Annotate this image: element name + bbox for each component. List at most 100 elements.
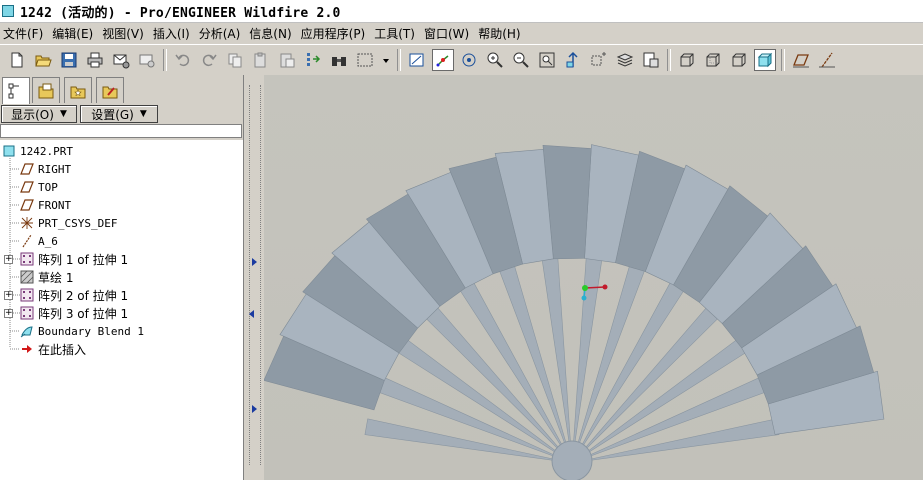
- copy-button[interactable]: [224, 49, 246, 71]
- tree-item-sketch[interactable]: 草绘 1: [20, 268, 73, 286]
- menu-info[interactable]: 信息(N): [246, 25, 297, 42]
- shading-button[interactable]: [754, 49, 776, 71]
- open-folder-icon: [35, 55, 52, 67]
- menu-edit[interactable]: 编辑(E): [49, 25, 99, 42]
- datum-display-button[interactable]: [406, 49, 428, 71]
- title-bar: 1242 (活动的) - Pro/ENGINEER Wildfire 2.0: [0, 0, 923, 23]
- settings-dropdown[interactable]: 设置(G) ▼: [80, 105, 158, 123]
- expand-toggle[interactable]: +: [4, 309, 13, 318]
- boundary-blend-icon: [20, 324, 34, 338]
- paste-button[interactable]: [250, 49, 272, 71]
- paste-special-button[interactable]: [276, 49, 298, 71]
- send-link-button[interactable]: [136, 49, 158, 71]
- panel-splitter[interactable]: [243, 75, 264, 480]
- insert-here-arrow-icon: [20, 342, 34, 356]
- tree-item-boundary-blend[interactable]: Boundary Blend 1: [20, 322, 144, 340]
- tree-item-label: 1242.PRT: [20, 144, 73, 158]
- tab-model-tree[interactable]: [2, 77, 30, 104]
- view-manager-button[interactable]: [640, 49, 662, 71]
- tab-favorites[interactable]: [64, 77, 92, 103]
- tab-folder-browser[interactable]: [32, 77, 60, 103]
- tree-root-item[interactable]: 1242.PRT: [2, 142, 73, 160]
- toolbar-separator: [397, 49, 401, 71]
- no-hidden-button[interactable]: [728, 49, 750, 71]
- tree-filter-field[interactable]: [0, 124, 242, 138]
- tree-item-pattern-2[interactable]: 阵列 2 of 拉伸 1: [20, 286, 128, 304]
- tree-item-label: Boundary Blend 1: [38, 324, 144, 338]
- selection-box-icon: [357, 53, 373, 67]
- selection-dropdown-button[interactable]: [380, 49, 392, 71]
- chevron-down-icon: ▼: [59, 109, 67, 119]
- tree-item-insert-here[interactable]: 在此插入: [20, 340, 86, 358]
- menu-analysis[interactable]: 分析(A): [196, 25, 247, 42]
- collapse-left-icon[interactable]: [249, 310, 254, 318]
- display-dropdown-label: 显示(O): [11, 107, 54, 122]
- send-mail-button[interactable]: [110, 49, 132, 71]
- layers-icon: [616, 53, 634, 67]
- binoculars-icon: [332, 57, 346, 66]
- tree-item-top[interactable]: TOP: [20, 178, 58, 196]
- datum-axes-on-button[interactable]: [816, 49, 838, 71]
- zoom-out-button[interactable]: [510, 49, 532, 71]
- copy-icon: [228, 53, 242, 68]
- layers-button[interactable]: [614, 49, 636, 71]
- undo-button[interactable]: [172, 49, 194, 71]
- open-file-button[interactable]: [32, 49, 54, 71]
- tree-item-pattern-3[interactable]: 阵列 3 of 拉伸 1: [20, 304, 128, 322]
- window-title: 1242 (活动的) - Pro/ENGINEER Wildfire 2.0: [20, 5, 341, 21]
- expand-toggle[interactable]: +: [4, 255, 13, 264]
- display-dropdown[interactable]: 显示(O) ▼: [1, 105, 77, 123]
- menu-file[interactable]: 文件(F): [0, 25, 49, 42]
- expand-toggle[interactable]: +: [4, 291, 13, 300]
- tree-item-axis[interactable]: A_6: [20, 232, 58, 250]
- print-button[interactable]: [84, 49, 106, 71]
- saved-views-icon: [591, 52, 606, 66]
- datum-plane-icon: [20, 198, 34, 212]
- menu-help[interactable]: 帮助(H): [475, 25, 526, 42]
- sketch-icon: [20, 270, 34, 284]
- redo-button[interactable]: [198, 49, 220, 71]
- part-icon: [2, 144, 16, 158]
- menu-view[interactable]: 视图(V): [99, 25, 150, 42]
- tree-item-pattern-1[interactable]: 阵列 1 of 拉伸 1: [20, 250, 128, 268]
- tree-item-front[interactable]: FRONT: [20, 196, 71, 214]
- regenerate-button[interactable]: [302, 49, 324, 71]
- refit-button[interactable]: [536, 49, 558, 71]
- chevron-down-icon: ▼: [139, 109, 147, 119]
- zoom-out-icon: [513, 52, 529, 68]
- tree-item-right[interactable]: RIGHT: [20, 160, 71, 178]
- model-tree: 1242.PRT RIGHT TOP FRONT PRT_CSYS_DEF A_…: [0, 140, 243, 480]
- menu-insert[interactable]: 插入(I): [150, 25, 196, 42]
- expand-right-icon[interactable]: [252, 258, 257, 266]
- printer-icon: [87, 52, 103, 68]
- zoom-in-button[interactable]: [484, 49, 506, 71]
- navigator-tabs: [0, 75, 245, 104]
- redo-arrow-icon: [202, 54, 217, 67]
- spin-center-button[interactable]: [432, 49, 454, 71]
- datum-plane-icon: [20, 180, 34, 194]
- selection-box-button[interactable]: [354, 49, 376, 71]
- menu-window[interactable]: 窗口(W): [421, 25, 475, 42]
- dropdown-arrow-icon: [383, 59, 389, 63]
- save-disk-icon: [61, 52, 77, 68]
- orient-mode-button[interactable]: [458, 49, 480, 71]
- save-button[interactable]: [58, 49, 80, 71]
- saved-views-button[interactable]: [588, 49, 610, 71]
- wireframe-button[interactable]: [676, 49, 698, 71]
- tree-item-csys[interactable]: PRT_CSYS_DEF: [20, 214, 117, 232]
- find-button[interactable]: [328, 49, 350, 71]
- fan-hub: [551, 440, 593, 480]
- hidden-line-button[interactable]: [702, 49, 724, 71]
- tab-connections[interactable]: [96, 77, 124, 103]
- expand-right-icon[interactable]: [252, 405, 257, 413]
- toolbar-separator: [163, 49, 167, 71]
- new-file-button[interactable]: [6, 49, 28, 71]
- menu-tools[interactable]: 工具(T): [371, 25, 421, 42]
- zoom-in-icon: [487, 52, 503, 68]
- graphics-viewport[interactable]: [264, 75, 923, 480]
- menu-applications[interactable]: 应用程序(P): [298, 25, 372, 42]
- reorient-button[interactable]: [562, 49, 584, 71]
- fan-rib: [364, 418, 561, 462]
- favorites-star-icon: [70, 86, 86, 98]
- datum-planes-on-button[interactable]: [790, 49, 812, 71]
